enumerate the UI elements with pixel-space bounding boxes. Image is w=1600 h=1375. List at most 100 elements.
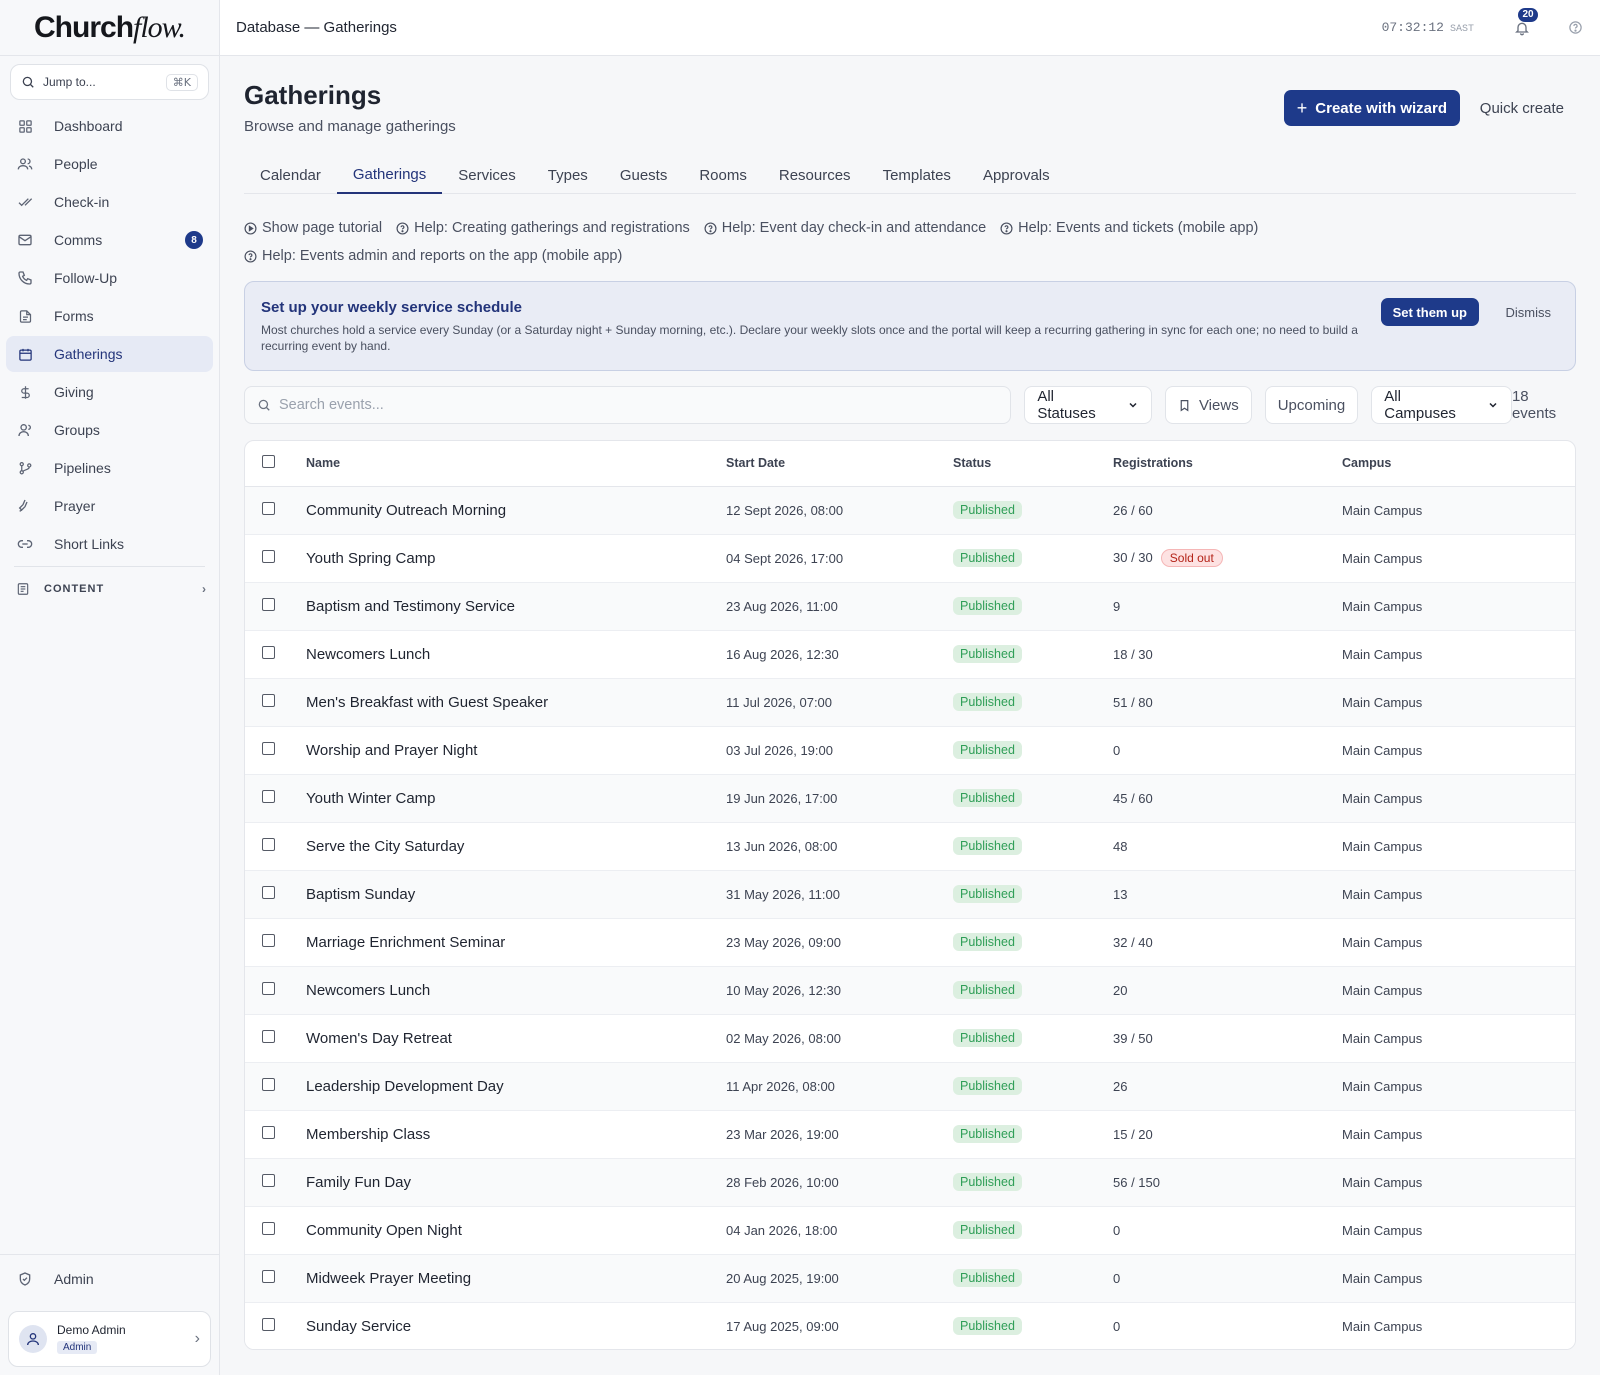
create-with-wizard-button[interactable]: + Create with wizard: [1283, 90, 1460, 126]
sidebar-section-content[interactable]: CONTENT ›: [6, 571, 213, 607]
table-row[interactable]: Serve the City Saturday 13 Jun 2026, 08:0…: [245, 822, 1575, 871]
event-name[interactable]: Men's Breakfast with Guest Speaker: [306, 678, 726, 727]
column-header-status[interactable]: Status: [953, 441, 1113, 487]
table-row[interactable]: Men's Breakfast with Guest Speaker 11 Jul…: [245, 678, 1575, 727]
event-name[interactable]: Serve the City Saturday: [306, 822, 726, 871]
table-row[interactable]: Sunday Service 17 Aug 2025, 09:00 Publishe…: [245, 1302, 1575, 1349]
row-checkbox[interactable]: [262, 502, 275, 515]
help-link[interactable]: Help: Event day check-in and attendance: [704, 216, 986, 241]
sidebar-item-admin[interactable]: Admin: [6, 1261, 213, 1297]
table-row[interactable]: Baptism Sunday 31 May 2026, 11:00 Publishe…: [245, 870, 1575, 919]
event-name[interactable]: Community Open Night: [306, 1206, 726, 1255]
tab-gatherings[interactable]: Gatherings: [336, 156, 443, 194]
event-name[interactable]: Membership Class: [306, 1110, 726, 1159]
quick-create-button[interactable]: Quick create: [1468, 90, 1576, 126]
row-checkbox[interactable]: [262, 982, 275, 995]
notifications-button[interactable]: 20: [1512, 7, 1538, 38]
sidebar-item-groups[interactable]: Groups: [6, 412, 213, 448]
table-row[interactable]: Marriage Enrichment Seminar 23 May 2026, …: [245, 918, 1575, 967]
row-checkbox[interactable]: [262, 694, 275, 707]
row-checkbox[interactable]: [262, 1222, 275, 1235]
sidebar-item-short-links[interactable]: Short Links: [6, 526, 213, 562]
row-checkbox[interactable]: [262, 550, 275, 563]
column-header-campus[interactable]: Campus: [1342, 441, 1575, 487]
upcoming-toggle[interactable]: Upcoming: [1264, 386, 1359, 424]
row-checkbox[interactable]: [262, 646, 275, 659]
set-them-up-button[interactable]: Set them up: [1380, 298, 1479, 326]
event-name[interactable]: Baptism Sunday: [306, 870, 726, 919]
row-checkbox[interactable]: [262, 838, 275, 851]
event-name[interactable]: Newcomers Lunch: [306, 630, 726, 679]
table-row[interactable]: Youth Winter Camp 19 Jun 2026, 17:00 Publi…: [245, 774, 1575, 823]
table-row[interactable]: Newcomers Lunch 16 Aug 2026, 12:30 Publish…: [245, 630, 1575, 679]
column-header-registrations[interactable]: Registrations: [1113, 441, 1342, 487]
row-checkbox[interactable]: [262, 1174, 275, 1187]
row-checkbox[interactable]: [262, 886, 275, 899]
row-checkbox[interactable]: [262, 598, 275, 611]
table-row[interactable]: Midweek Prayer Meeting 20 Aug 2025, 19:00…: [245, 1254, 1575, 1303]
tab-calendar[interactable]: Calendar: [244, 156, 337, 194]
brand-logo[interactable]: Church flow.: [0, 0, 219, 56]
help-link[interactable]: Help: Events and tickets (mobile app): [1000, 216, 1258, 241]
column-header-name[interactable]: Name: [306, 441, 726, 487]
views-button[interactable]: Views: [1164, 386, 1252, 424]
select-all-checkbox[interactable]: [262, 455, 275, 469]
tab-approvals[interactable]: Approvals: [967, 156, 1066, 194]
status-filter-select[interactable]: All Statuses: [1024, 386, 1152, 424]
search-input[interactable]: Search events...: [244, 386, 1012, 424]
event-name[interactable]: Newcomers Lunch: [306, 966, 726, 1015]
row-checkbox[interactable]: [262, 934, 275, 947]
page-tutorial-link[interactable]: Show page tutorial: [244, 216, 382, 241]
tab-guests[interactable]: Guests: [604, 156, 684, 194]
event-name[interactable]: Women's Day Retreat: [306, 1014, 726, 1063]
row-checkbox[interactable]: [262, 790, 275, 803]
row-checkbox[interactable]: [262, 1126, 275, 1139]
column-header-start-date[interactable]: Start Date: [726, 441, 953, 487]
event-name[interactable]: Youth Spring Camp: [306, 534, 726, 583]
help-link[interactable]: Help: Creating gatherings and registrati…: [396, 216, 690, 241]
row-checkbox[interactable]: [262, 1318, 275, 1332]
event-name[interactable]: Worship and Prayer Night: [306, 726, 726, 775]
event-name[interactable]: Community Outreach Morning: [306, 486, 726, 535]
table-row[interactable]: Worship and Prayer Night 03 Jul 2026, 19:…: [245, 726, 1575, 775]
table-row[interactable]: Leadership Development Day 11 Apr 2026, 0…: [245, 1062, 1575, 1111]
event-name[interactable]: Leadership Development Day: [306, 1062, 726, 1111]
sidebar-item-pipelines[interactable]: Pipelines: [6, 450, 213, 486]
event-name[interactable]: Baptism and Testimony Service: [306, 582, 726, 631]
tab-services[interactable]: Services: [442, 156, 532, 194]
event-name[interactable]: Family Fun Day: [306, 1158, 726, 1207]
table-row[interactable]: Baptism and Testimony Service 23 Aug 2026…: [245, 582, 1575, 631]
sidebar-item-gatherings[interactable]: Gatherings: [6, 336, 213, 372]
event-name[interactable]: Sunday Service: [306, 1302, 726, 1349]
sidebar-item-prayer[interactable]: Prayer: [6, 488, 213, 524]
dismiss-button[interactable]: Dismiss: [1506, 298, 1552, 326]
row-checkbox[interactable]: [262, 1270, 275, 1283]
table-row[interactable]: Newcomers Lunch 10 May 2026, 12:30 Publish…: [245, 966, 1575, 1015]
jump-to-search[interactable]: Jump to... ⌘K: [10, 64, 209, 100]
tab-templates[interactable]: Templates: [867, 156, 967, 194]
sidebar-item-comms[interactable]: Comms 8: [6, 222, 213, 258]
row-checkbox[interactable]: [262, 742, 275, 755]
table-row[interactable]: Youth Spring Camp 04 Sept 2026, 17:00 Publ…: [245, 534, 1575, 583]
sidebar-item-giving[interactable]: Giving: [6, 374, 213, 410]
tab-rooms[interactable]: Rooms: [683, 156, 763, 194]
help-link[interactable]: Help: Events admin and reports on the ap…: [244, 244, 622, 269]
sidebar-item-forms[interactable]: Forms: [6, 298, 213, 334]
help-button[interactable]: [1566, 19, 1584, 37]
event-name[interactable]: Midweek Prayer Meeting: [306, 1254, 726, 1303]
tab-resources[interactable]: Resources: [763, 156, 867, 194]
user-menu[interactable]: Demo Admin Admin ›: [8, 1311, 211, 1367]
sidebar-item-dashboard[interactable]: Dashboard: [6, 108, 213, 144]
event-name[interactable]: Youth Winter Camp: [306, 774, 726, 823]
table-row[interactable]: Community Open Night 04 Jan 2026, 18:00 Pu…: [245, 1206, 1575, 1255]
row-checkbox[interactable]: [262, 1078, 275, 1091]
sidebar-item-people[interactable]: People: [6, 146, 213, 182]
row-checkbox[interactable]: [262, 1030, 275, 1043]
tab-types[interactable]: Types: [532, 156, 604, 194]
table-row[interactable]: Family Fun Day 28 Feb 2026, 10:00 Publishe…: [245, 1158, 1575, 1207]
campus-filter-select[interactable]: All Campuses: [1371, 386, 1512, 424]
table-row[interactable]: Community Outreach Morning 12 Sept 2026, …: [245, 486, 1575, 535]
table-row[interactable]: Membership Class 23 Mar 2026, 19:00 Publis…: [245, 1110, 1575, 1159]
sidebar-item-check-in[interactable]: Check-in: [6, 184, 213, 220]
sidebar-item-follow-up[interactable]: Follow-Up: [6, 260, 213, 296]
